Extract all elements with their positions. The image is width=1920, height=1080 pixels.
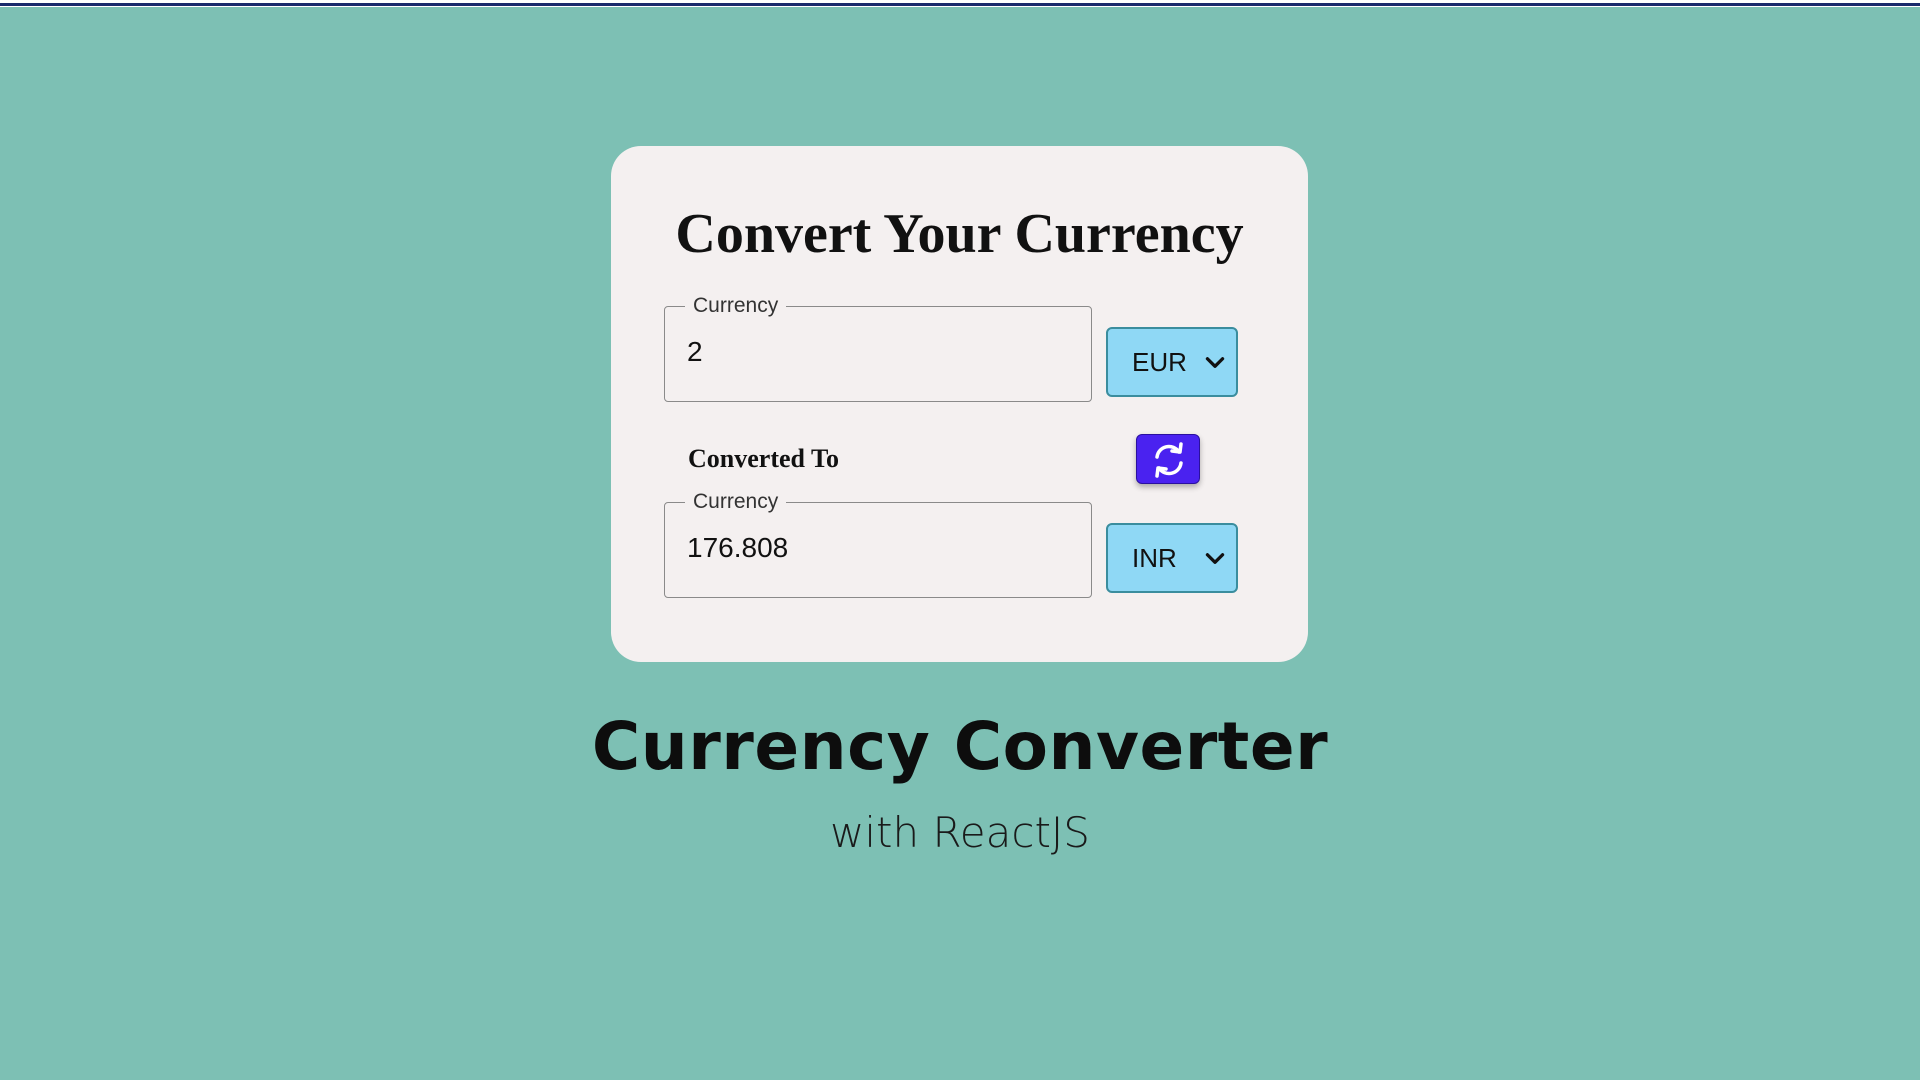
to-amount-legend: Currency (693, 490, 779, 513)
card-title: Convert Your Currency (675, 203, 1244, 265)
converter-card: Convert Your Currency Currency EUR Conve… (611, 146, 1308, 662)
page-title: Currency Converter (591, 708, 1329, 785)
to-currency-select[interactable]: INR (1106, 523, 1238, 593)
swap-button[interactable] (1136, 434, 1200, 484)
to-amount-field: Currency (664, 490, 1092, 598)
chevron-down-icon (1205, 357, 1225, 368)
from-amount-legend: Currency (693, 294, 779, 317)
chevron-down-icon (1205, 553, 1225, 564)
page-subtitle: with ReactJS (830, 808, 1090, 857)
from-amount-field: Currency (664, 294, 1092, 402)
to-amount-input[interactable] (687, 528, 1069, 568)
from-currency-select[interactable]: EUR (1106, 327, 1238, 397)
from-amount-input[interactable] (687, 332, 1069, 372)
from-currency-value: EUR (1132, 347, 1187, 377)
top-border (0, 0, 1920, 7)
converted-to-label: Converted To (688, 444, 839, 473)
top-border-line (0, 3, 1920, 6)
swap-arrows-icon (1155, 442, 1183, 478)
to-currency-value: INR (1132, 543, 1177, 573)
